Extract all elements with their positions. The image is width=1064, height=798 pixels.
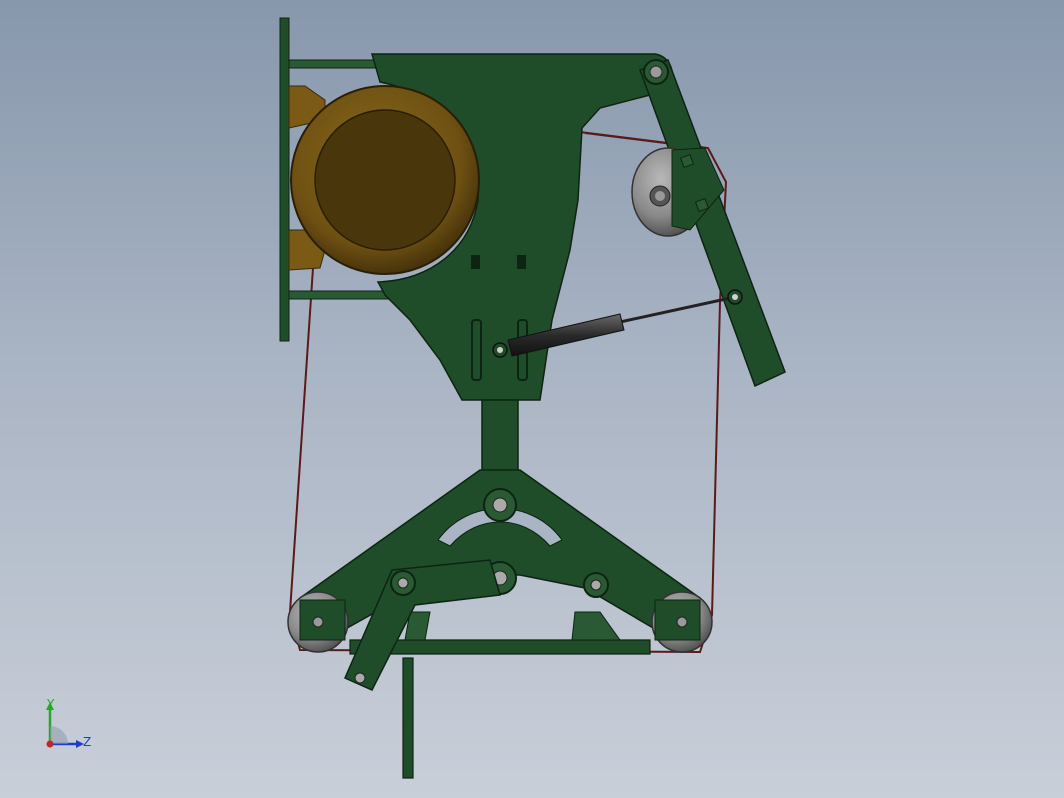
pivot-boss-right <box>583 572 609 598</box>
triad-plane <box>50 726 68 744</box>
cad-model[interactable] <box>0 0 1064 798</box>
left-idler-roller[interactable] <box>287 591 349 653</box>
z-axis-label: Z <box>83 735 92 749</box>
center-column <box>481 399 519 479</box>
graphics-viewport[interactable]: Y Z <box>0 0 1064 798</box>
x-axis-dot <box>46 740 54 748</box>
motor[interactable] <box>290 85 480 275</box>
right-idler-roller[interactable] <box>651 591 713 653</box>
pivot-boss-top <box>483 488 517 522</box>
coordinate-triad: Y Z <box>38 696 98 756</box>
y-axis-label: Y <box>47 697 55 711</box>
